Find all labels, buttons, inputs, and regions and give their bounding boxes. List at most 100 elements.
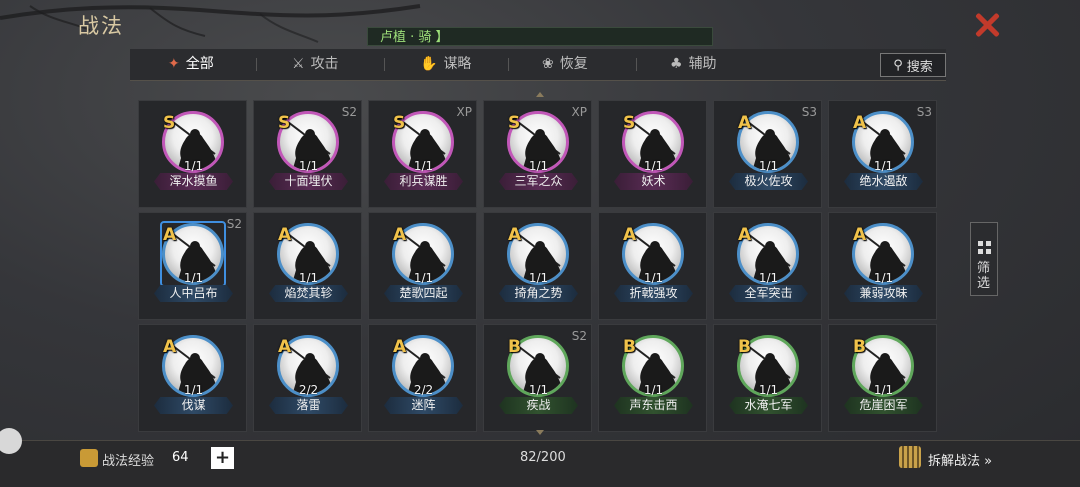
tactic-name: 极火佐攻	[729, 173, 808, 190]
grade-badge: A	[278, 337, 292, 357]
tab-recovery[interactable]: ❀ 恢复	[542, 49, 588, 80]
tab-label: 辅助	[688, 56, 717, 72]
tactic-card[interactable]: A S3 1/1 绝水遏敌	[828, 100, 937, 208]
tab-support[interactable]: ♣ 辅助	[670, 49, 717, 80]
tactic-card[interactable]: S XP 1/1 三军之众	[483, 100, 592, 208]
disassemble-icon[interactable]	[899, 446, 921, 468]
grade-badge: B	[738, 337, 751, 357]
tactic-card[interactable]: B S2 1/1 疾战	[483, 324, 592, 432]
tactic-name: 焰焚其轸	[269, 285, 348, 302]
search-button[interactable]: ⚲ 搜索	[880, 53, 946, 77]
grade-badge: A	[163, 337, 177, 357]
filter-button[interactable]: 筛选	[970, 222, 998, 296]
grade-badge: A	[853, 225, 867, 245]
tactic-name: 绝水遏敌	[844, 173, 923, 190]
tactic-level: 1/1	[643, 383, 664, 397]
tactic-card[interactable]: B 1/1 水淹七军	[713, 324, 822, 432]
tactic-card[interactable]: A S3 1/1 极火佐攻	[713, 100, 822, 208]
tactic-name: 伐谋	[154, 397, 233, 414]
tactic-name: 三军之众	[499, 173, 578, 190]
grid-icon	[978, 241, 991, 254]
tactic-level: 1/1	[528, 383, 549, 397]
tab-all[interactable]: ✦ 全部	[168, 49, 214, 80]
divider	[384, 58, 385, 71]
tactic-name: 全军突击	[729, 285, 808, 302]
tactic-name: 浑水摸鱼	[154, 173, 233, 190]
season-tag: S2	[226, 217, 242, 231]
divider	[256, 58, 257, 71]
exp-label: 战法经验	[102, 454, 155, 469]
grade-badge: B	[508, 337, 521, 357]
heal-icon: ❀	[542, 56, 554, 72]
grade-badge: A	[393, 225, 407, 245]
tactic-card[interactable]: A 1/1 楚歌四起	[368, 212, 477, 320]
tab-strategy[interactable]: ✋ 谋略	[420, 49, 471, 80]
season-tag: XP	[571, 105, 587, 119]
tactic-level: 1/1	[758, 383, 779, 397]
tactic-level: 1/1	[758, 271, 779, 285]
tactic-level: 1/1	[873, 383, 894, 397]
tactic-level: 1/1	[298, 271, 319, 285]
tactic-card[interactable]: S XP 1/1 利兵谋胜	[368, 100, 477, 208]
tactic-card[interactable]: A 1/1 折戟强攻	[598, 212, 707, 320]
tactic-card[interactable]: A 2/2 落雷	[253, 324, 362, 432]
tactic-card[interactable]: S 1/1 妖术	[598, 100, 707, 208]
page-title: 战法	[78, 14, 124, 38]
disassemble-button[interactable]: 拆解战法 »	[928, 450, 992, 469]
tactic-level: 1/1	[528, 271, 549, 285]
tactic-level: 1/1	[643, 159, 664, 173]
grade-badge: B	[853, 337, 866, 357]
grade-badge: S	[393, 113, 406, 133]
tactic-level: 1/1	[413, 159, 434, 173]
season-tag: S2	[341, 105, 357, 119]
hero-label: 卢植 · 骑 】	[367, 27, 713, 46]
close-icon[interactable]	[974, 12, 1000, 38]
grade-badge: S	[163, 113, 176, 133]
grade-badge: S	[623, 113, 636, 133]
grade-badge: A	[508, 225, 522, 245]
tactic-level: 1/1	[873, 271, 894, 285]
scheme-icon: ✋	[420, 56, 438, 72]
tactic-card[interactable]: A 1/1 全军突击	[713, 212, 822, 320]
grade-badge: A	[623, 225, 637, 245]
tab-label: 全部	[185, 56, 214, 72]
tactic-card[interactable]: B 1/1 危崖困军	[828, 324, 937, 432]
tactic-level: 2/2	[298, 383, 319, 397]
tab-label: 恢复	[559, 56, 588, 72]
tactic-level: 1/1	[873, 159, 894, 173]
crossed-swords-icon: ⚔	[292, 56, 305, 72]
tactic-name: 疾战	[499, 397, 578, 414]
tactic-level: 1/1	[183, 159, 204, 173]
tactic-name: 兼弱攻昧	[844, 285, 923, 302]
tactic-name: 声东击西	[614, 397, 693, 414]
grade-badge: A	[738, 113, 752, 133]
tab-label: 谋略	[443, 56, 472, 72]
tactic-name: 妖术	[614, 173, 693, 190]
exp-value: 64	[172, 450, 189, 465]
season-tag: S3	[801, 105, 817, 119]
tactic-level: 1/1	[413, 271, 434, 285]
grade-badge: B	[623, 337, 636, 357]
tactic-card[interactable]: A 2/2 迷阵	[368, 324, 477, 432]
tactic-card[interactable]: A 1/1 焰焚其轸	[253, 212, 362, 320]
filter-label: 筛选	[977, 261, 991, 291]
grade-badge: A	[278, 225, 292, 245]
tactic-card[interactable]: A 1/1 掎角之势	[483, 212, 592, 320]
tactic-card[interactable]: B 1/1 声东击西	[598, 324, 707, 432]
tactic-card[interactable]: A S2 1/1 人中吕布	[138, 212, 247, 320]
tactic-level: 1/1	[528, 159, 549, 173]
tactic-level: 1/1	[183, 271, 204, 285]
tactic-card[interactable]: A 1/1 伐谋	[138, 324, 247, 432]
tactic-card[interactable]: S 1/1 浑水摸鱼	[138, 100, 247, 208]
add-exp-button[interactable]: +	[211, 447, 234, 469]
grade-badge: A	[163, 225, 177, 245]
season-tag: S2	[571, 329, 587, 343]
tactic-name: 楚歌四起	[384, 285, 463, 302]
tactic-card[interactable]: A 1/1 兼弱攻昧	[828, 212, 937, 320]
tactic-name: 水淹七军	[729, 397, 808, 414]
tab-attack[interactable]: ⚔ 攻击	[292, 49, 339, 80]
tactic-count: 82/200	[520, 450, 566, 465]
tactic-card[interactable]: S S2 1/1 十面埋伏	[253, 100, 362, 208]
grade-badge: A	[738, 225, 752, 245]
divider	[636, 58, 637, 71]
